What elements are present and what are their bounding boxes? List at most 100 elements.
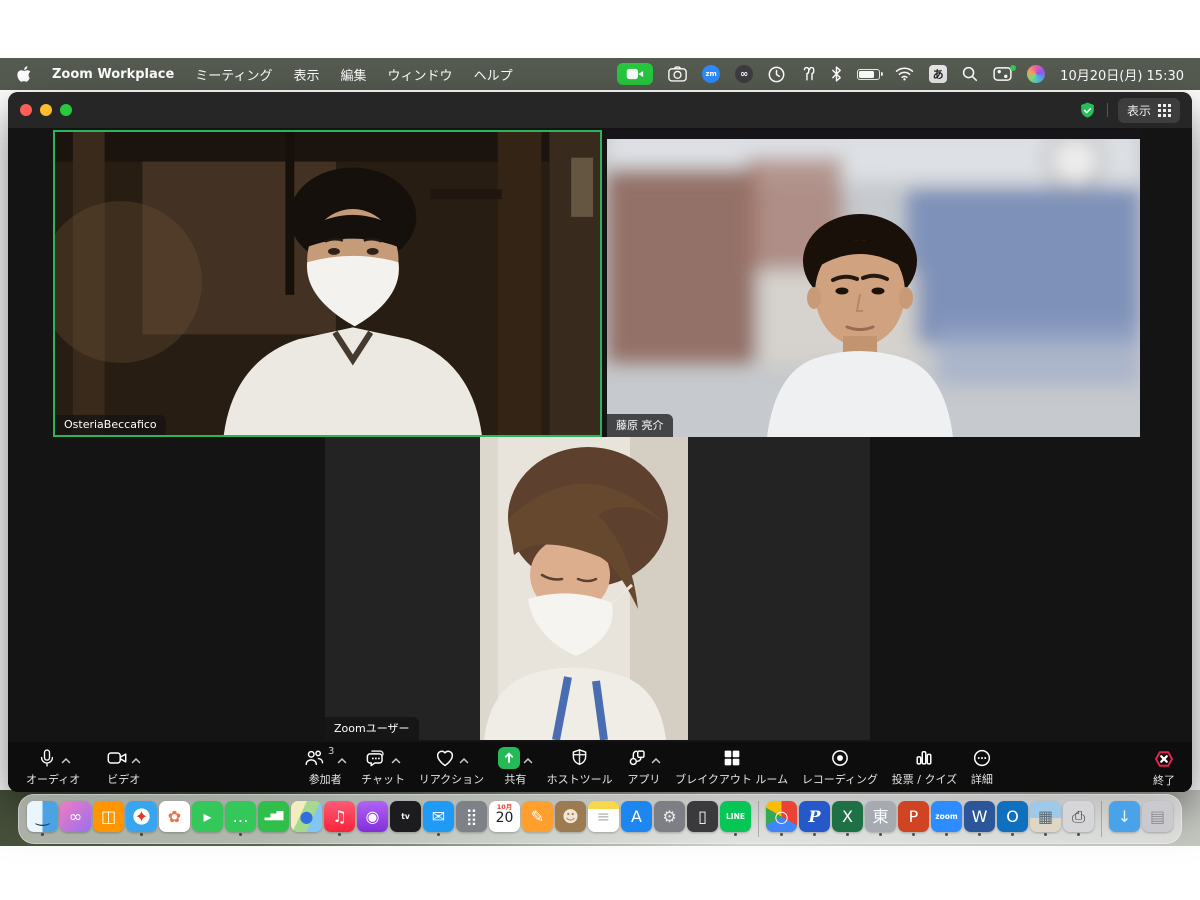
dock-line-icon[interactable]: LINE (720, 801, 751, 836)
toolbar-recording-label: レコーディング (802, 771, 878, 787)
dock-music-icon[interactable]: ♫ (324, 801, 355, 836)
toolbar-polls-button[interactable]: 投票 / クイズ (892, 742, 957, 792)
dock-finder-icon[interactable]: ‿ (27, 801, 58, 836)
dock-chrome-icon[interactable]: ○ (766, 801, 797, 836)
dock-podcasts-icon[interactable]: ◉ (357, 801, 388, 832)
clock-icon[interactable] (768, 66, 785, 83)
spotlight-icon[interactable] (962, 66, 978, 82)
mail-glyph: ✉ (432, 809, 445, 825)
toolbar-audio-button[interactable]: オーディオ (26, 742, 80, 792)
security-shield-icon[interactable] (1078, 101, 1097, 120)
toolbar-breakout-rooms-button[interactable]: ブレイクアウト ルーム (675, 742, 788, 792)
tokyo-app-glyph: 東 (872, 809, 888, 825)
dock-maps-icon[interactable]: ● (291, 801, 322, 832)
wifi-icon[interactable] (895, 67, 914, 81)
bluetooth-icon[interactable] (831, 66, 842, 82)
dock-outlook-icon[interactable]: O (997, 801, 1028, 836)
dock-books-icon[interactable]: ◫ (93, 801, 124, 832)
dock-trash-icon[interactable]: ▤ (1142, 801, 1173, 832)
chevron-up-icon[interactable] (391, 749, 401, 768)
dock-word-icon[interactable]: W (964, 801, 995, 836)
safari-glyph: ✦ (135, 809, 148, 825)
running-indicator-dot (338, 833, 341, 836)
dock-downloads-folder-icon[interactable]: ↓ (1109, 801, 1140, 832)
input-source-icon[interactable]: あ (929, 65, 947, 83)
video-tile-fujiwara[interactable]: 藤原 亮介 (607, 130, 1140, 437)
menu-3[interactable]: 編集 (341, 65, 367, 84)
view-button[interactable]: 表示 (1118, 98, 1180, 123)
siri-icon[interactable] (1027, 65, 1045, 83)
toolbar-share-button[interactable]: 共有 (498, 742, 533, 792)
toolbar-participants-button[interactable]: 3参加者 (303, 742, 347, 792)
toolbar-video-button[interactable]: ビデオ (106, 742, 141, 792)
toolbar-polls-label: 投票 / クイズ (892, 771, 957, 787)
titlebar-divider (1107, 103, 1108, 117)
chevron-up-icon[interactable] (61, 749, 71, 768)
chevron-up-icon[interactable] (651, 749, 661, 768)
dock-facetime-icon[interactable]: ▸ (192, 801, 223, 832)
dock-app-store-icon[interactable]: A (621, 801, 652, 832)
screenshot-frame: Zoom Workplace ミーティング表示編集ウィンドウヘルプ zm∞あ 1… (0, 0, 1200, 900)
battery-icon[interactable] (857, 69, 880, 80)
poll-icon (913, 747, 935, 769)
toolbar-chat-button[interactable]: チャット (361, 742, 405, 792)
app-menu-title[interactable]: Zoom Workplace (52, 67, 174, 82)
menu-4[interactable]: ウィンドウ (388, 65, 453, 84)
video-tile-osteriabeccafico[interactable]: OsteriaBeccafico (53, 130, 602, 437)
toolbar-host-tools-button[interactable]: ホストツール (547, 742, 613, 792)
dock-notes-icon[interactable]: ≡ (588, 801, 619, 832)
dock-powerpoint-icon[interactable]: P (898, 801, 929, 836)
toolbar-recording-button[interactable]: レコーディング (802, 742, 878, 792)
minimize-window-button[interactable] (40, 104, 52, 116)
menu-5[interactable]: ヘルプ (474, 65, 513, 84)
dock-excel-icon[interactable]: X (832, 801, 863, 836)
toolbar-apps-button[interactable]: アプリ (626, 742, 661, 792)
dock-safari-icon[interactable]: ✦ (126, 801, 157, 836)
screen-capture-icon[interactable] (668, 66, 687, 82)
dock-freeform-icon[interactable]: ∞ (60, 801, 91, 832)
finder-glyph: ‿ (36, 809, 49, 825)
record-icon (829, 747, 851, 769)
dock-photos-icon[interactable]: ✿ (159, 801, 190, 832)
chevron-up-icon[interactable] (523, 749, 533, 768)
camera-active-icon[interactable] (617, 63, 653, 85)
running-indicator-dot (813, 833, 816, 836)
dock-tokyo-app-icon[interactable]: 東 (865, 801, 896, 836)
preview-image-glyph: ▦ (1038, 809, 1053, 825)
dock-calendar-icon[interactable]: 10月20 (489, 801, 520, 832)
dock-contacts-icon[interactable]: ☻ (555, 801, 586, 832)
dock-mail-icon[interactable]: ✉ (423, 801, 454, 836)
dock-p-app-icon[interactable]: P (799, 801, 830, 836)
dock-preview-image-icon[interactable]: ▦ (1030, 801, 1061, 836)
dock-iphone-mirroring-icon[interactable]: ▯ (687, 801, 718, 832)
dock-separator (1101, 801, 1102, 837)
chevron-up-icon[interactable] (337, 749, 347, 768)
dock-numbers-icon[interactable]: ▂▅▇ (258, 801, 289, 832)
zoom-window-button[interactable] (60, 104, 72, 116)
menu-1[interactable]: ミーティング (195, 65, 272, 84)
zoom-menubar-icon[interactable]: zm (702, 65, 720, 83)
toolbar-end-meeting-button[interactable]: 終了 (1152, 742, 1176, 792)
close-window-button[interactable] (20, 104, 32, 116)
running-indicator-dot (978, 833, 981, 836)
airpods-icon[interactable] (800, 67, 816, 82)
menu-bar-clock[interactable]: 10月20日(月) 15:30 (1060, 65, 1184, 84)
chevron-up-icon[interactable] (459, 749, 469, 768)
dock-launchpad-icon[interactable]: ⣿ (456, 801, 487, 832)
maps-glyph: ● (300, 809, 314, 825)
creative-cloud-icon[interactable]: ∞ (735, 65, 753, 83)
dock-printer-icon[interactable]: ⎙ (1063, 801, 1094, 836)
dock-zoom-app-icon[interactable]: zoom (931, 801, 962, 836)
dock-apple-tv-icon[interactable]: tv (390, 801, 421, 832)
dock-settings-icon[interactable]: ⚙ (654, 801, 685, 832)
chevron-up-icon[interactable] (131, 749, 141, 768)
dock-messages-icon[interactable]: … (225, 801, 256, 836)
menu-2[interactable]: 表示 (294, 65, 320, 84)
video-tile-zoom-user[interactable]: Zoomユーザー (325, 437, 870, 740)
dock-pages-icon[interactable]: ✎ (522, 801, 553, 832)
apple-menu-icon[interactable] (16, 66, 31, 83)
toolbar-more-button[interactable]: 詳細 (971, 742, 993, 792)
toolbar-reactions-button[interactable]: リアクション (419, 742, 484, 792)
apps-icon (626, 747, 648, 769)
control-center-icon[interactable] (993, 67, 1012, 81)
